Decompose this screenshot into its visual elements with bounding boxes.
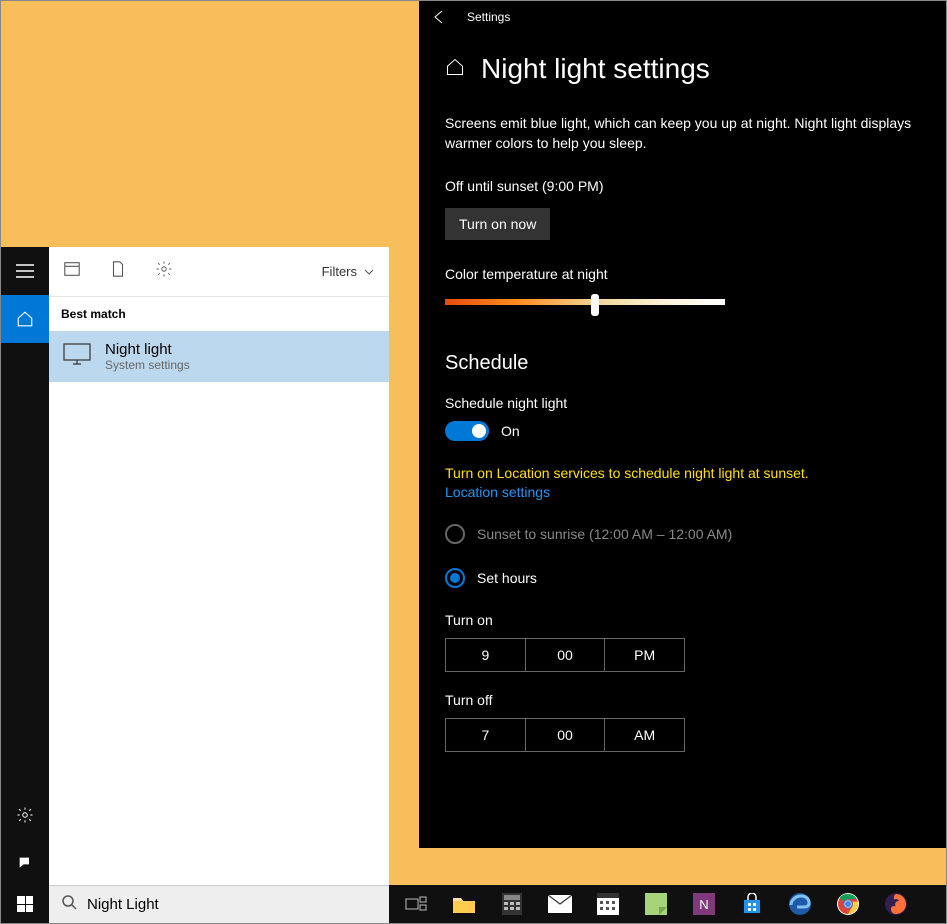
turn-on-now-button[interactable]: Turn on now <box>445 208 550 240</box>
hamburger-icon[interactable] <box>1 247 49 295</box>
search-panel: Filters Best match Night light System se… <box>49 247 389 887</box>
start-rail <box>1 247 49 887</box>
taskbar-app-file-explorer[interactable] <box>441 885 487 923</box>
apps-icon[interactable] <box>63 260 81 283</box>
settings-titlebar: Settings <box>419 1 946 33</box>
app-title: Settings <box>467 10 510 24</box>
settings-gear-icon[interactable] <box>1 791 49 839</box>
best-match-header: Best match <box>49 297 389 331</box>
result-sub: System settings <box>105 358 190 372</box>
radio-sethours-row: Set hours <box>445 568 920 588</box>
radio-sethours[interactable] <box>445 568 465 588</box>
settings-window: Settings Night light settings Screens em… <box>419 1 946 848</box>
search-input[interactable] <box>87 896 377 913</box>
filters-dropdown[interactable]: Filters <box>322 264 375 279</box>
schedule-heading: Schedule <box>445 352 920 375</box>
turn-on-time-picker: 9 00 PM <box>445 638 685 672</box>
svg-text:N: N <box>699 897 708 912</box>
status-line: Off until sunset (9:00 PM) <box>445 178 920 194</box>
documents-icon[interactable] <box>109 260 127 283</box>
schedule-toggle[interactable] <box>445 421 489 441</box>
taskbar-search-box[interactable] <box>49 885 389 923</box>
start-button[interactable] <box>1 885 49 923</box>
color-temp-label: Color temperature at night <box>445 266 920 282</box>
taskbar-apps: N <box>393 885 919 923</box>
result-title: Night light <box>105 341 190 358</box>
windows-logo-icon <box>17 896 33 912</box>
settings-body: Night light settings Screens emit blue l… <box>419 33 946 792</box>
taskbar-app-edge[interactable] <box>777 885 823 923</box>
schedule-toggle-label: Schedule night light <box>445 395 920 411</box>
taskbar-app-store[interactable] <box>729 885 775 923</box>
taskbar-app-calendar[interactable] <box>585 885 631 923</box>
home-icon[interactable] <box>445 57 465 82</box>
monitor-icon <box>63 343 91 370</box>
turn-on-ampm[interactable]: PM <box>605 639 684 671</box>
location-warning: Turn on Location services to schedule ni… <box>445 463 920 484</box>
taskbar-app-chrome[interactable] <box>825 885 871 923</box>
turn-off-time-picker: 7 00 AM <box>445 718 685 752</box>
radio-sethours-label: Set hours <box>477 570 537 586</box>
page-title: Night light settings <box>481 53 710 85</box>
turn-off-label: Turn off <box>445 692 920 708</box>
taskbar-app-mail[interactable] <box>537 885 583 923</box>
taskbar-app-sticky-notes[interactable] <box>633 885 679 923</box>
search-icon <box>61 894 77 915</box>
toggle-state-label: On <box>501 423 520 439</box>
feedback-icon[interactable] <box>1 839 49 887</box>
schedule-toggle-row: On <box>445 421 920 441</box>
cortana-home-icon[interactable] <box>1 295 49 343</box>
heading-row: Night light settings <box>445 53 920 85</box>
turn-off-minute[interactable]: 00 <box>526 719 606 751</box>
slider-track <box>445 299 725 305</box>
taskbar-app-onenote[interactable]: N <box>681 885 727 923</box>
turn-on-label: Turn on <box>445 612 920 628</box>
result-text: Night light System settings <box>105 341 190 372</box>
location-settings-link[interactable]: Location settings <box>445 484 920 500</box>
search-top-bar: Filters <box>49 247 389 297</box>
color-temp-slider[interactable] <box>445 292 725 312</box>
settings-icon[interactable] <box>155 260 173 283</box>
turn-on-hour[interactable]: 9 <box>446 639 526 671</box>
description-text: Screens emit blue light, which can keep … <box>445 113 920 154</box>
taskbar-app-calculator[interactable] <box>489 885 535 923</box>
back-button[interactable] <box>431 9 447 25</box>
radio-sunset-row: Sunset to sunrise (12:00 AM – 12:00 AM) <box>445 524 920 544</box>
slider-thumb[interactable] <box>591 294 599 316</box>
turn-on-minute[interactable]: 00 <box>526 639 606 671</box>
taskbar-app-task-view[interactable] <box>393 885 439 923</box>
radio-sunset[interactable] <box>445 524 465 544</box>
radio-sunset-label: Sunset to sunrise (12:00 AM – 12:00 AM) <box>477 526 732 542</box>
turn-off-ampm[interactable]: AM <box>605 719 684 751</box>
filters-label: Filters <box>322 264 357 279</box>
turn-off-hour[interactable]: 7 <box>446 719 526 751</box>
result-night-light[interactable]: Night light System settings <box>49 331 389 382</box>
taskbar-app-firefox[interactable] <box>873 885 919 923</box>
